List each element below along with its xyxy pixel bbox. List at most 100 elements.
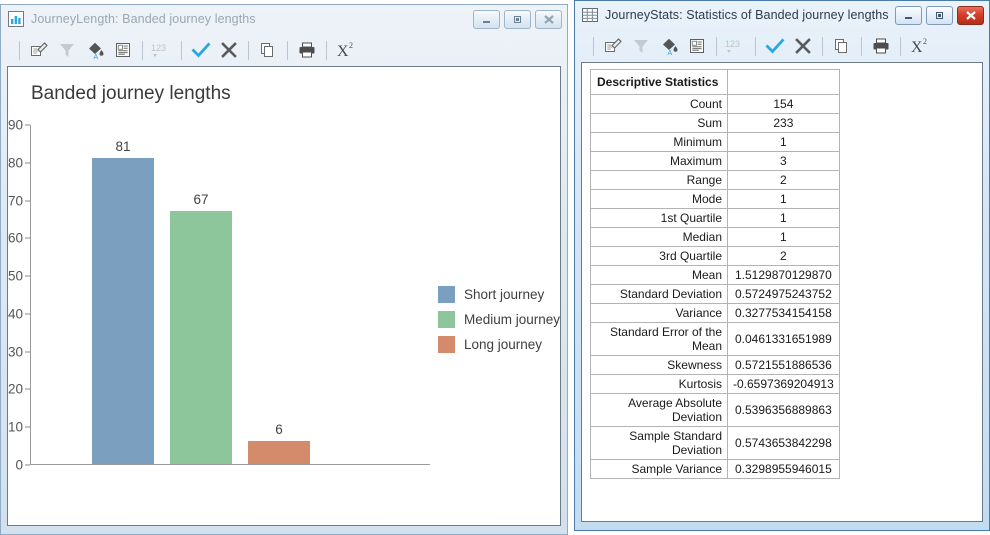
bar-value-label: 81 [115, 139, 131, 154]
y-axis-tick-label: 10 [7, 419, 23, 435]
table-row[interactable]: 3rd Quartile 2 [590, 246, 840, 266]
table-header-label: Descriptive Statistics [590, 69, 728, 95]
number-format-icon[interactable]: 123 [148, 37, 176, 63]
legend-item[interactable]: Medium journey [438, 307, 560, 332]
table-row[interactable]: Median 1 [590, 227, 840, 247]
table-row[interactable]: Kurtosis -0.6597369204913 [590, 374, 840, 394]
y-axis-tick-label: 80 [7, 155, 23, 171]
legend-item[interactable]: Long journey [438, 332, 560, 357]
restore-button[interactable] [504, 9, 531, 29]
table-header-row: Descriptive Statistics [590, 69, 840, 95]
toolbar-separator [142, 40, 143, 60]
filter-icon[interactable] [53, 37, 81, 63]
reject-icon[interactable] [215, 37, 243, 63]
stat-label: Median [590, 227, 728, 247]
print-icon[interactable] [867, 33, 895, 59]
chart-window-titlebar[interactable]: JourneyLength: Banded journey lengths [0, 4, 568, 34]
svg-text:A: A [94, 54, 99, 60]
toolbar-separator [248, 40, 249, 60]
annotate-icon[interactable] [109, 37, 137, 63]
table-row[interactable]: Count 154 [590, 94, 840, 114]
stats-window[interactable]: JourneyStats: Statistics of Banded journ… [574, 0, 990, 531]
y-axis-tick-label: 20 [7, 381, 23, 397]
number-format-icon[interactable]: 123 [722, 33, 750, 59]
table-icon [582, 7, 598, 23]
reject-icon[interactable] [789, 33, 817, 59]
table-row[interactable]: Average Absolute Deviation 0.539635688986… [590, 393, 840, 427]
y-axis-tick [25, 426, 30, 428]
stat-label: Maximum [590, 151, 728, 171]
accept-icon[interactable] [187, 37, 215, 63]
y-axis-tick [25, 275, 30, 277]
copy-icon[interactable] [254, 37, 282, 63]
accept-icon[interactable] [761, 33, 789, 59]
chart-bar[interactable] [92, 158, 154, 464]
svg-text:2: 2 [349, 41, 353, 50]
stat-value: 1 [727, 227, 840, 247]
table-row[interactable]: Mode 1 [590, 189, 840, 209]
bar-value-label: 67 [193, 191, 209, 207]
stat-value: 233 [727, 113, 840, 133]
stats-window-titlebar[interactable]: JourneyStats: Statistics of Banded journ… [574, 0, 990, 30]
stat-label: 1st Quartile [590, 208, 728, 228]
print-icon[interactable] [293, 37, 321, 63]
table-row[interactable]: Minimum 1 [590, 132, 840, 152]
table-row[interactable]: Sample Standard Deviation 0.5743653842298 [590, 426, 840, 460]
legend-swatch [438, 336, 455, 353]
minimize-button[interactable] [473, 9, 500, 29]
annotate-icon[interactable] [683, 33, 711, 59]
chart-window[interactable]: JourneyLength: Banded journey lengths A … [0, 4, 568, 535]
table-row[interactable]: Variance 0.3277534154158 [590, 303, 840, 323]
stat-value: 0.3277534154158 [727, 303, 840, 323]
chart-window-controls [473, 9, 564, 29]
minimize-button[interactable] [895, 5, 922, 25]
fill-color-icon[interactable]: A [81, 37, 109, 63]
table-row[interactable]: Standard Deviation 0.5724975243752 [590, 284, 840, 304]
y-axis-line [30, 125, 31, 465]
chart-legend: Short journey Medium journey Long journey [438, 282, 560, 357]
copy-icon[interactable] [828, 33, 856, 59]
chart-bar[interactable] [170, 210, 232, 464]
chi-square-icon[interactable]: X 2 [906, 33, 934, 59]
stat-value: 0.5721551886536 [727, 355, 840, 375]
chart-toolbar[interactable]: A 123 X 2 [0, 34, 568, 66]
edit-icon[interactable] [25, 37, 53, 63]
y-axis-tick [25, 124, 30, 126]
legend-swatch [438, 311, 455, 328]
stat-value: 1 [727, 132, 840, 152]
stat-label: Count [590, 94, 728, 114]
chi-square-icon[interactable]: X 2 [332, 37, 360, 63]
stat-value: 1 [727, 189, 840, 209]
legend-label: Medium journey [464, 312, 561, 327]
toolbar-separator [287, 40, 288, 60]
legend-item[interactable]: Short journey [438, 282, 560, 307]
close-button[interactable] [957, 5, 984, 25]
stat-value: 0.5396356889863 [727, 393, 840, 427]
y-axis-tick [25, 464, 30, 466]
desktop: JourneyLength: Banded journey lengths A … [0, 0, 990, 535]
stat-value: 0.0461331651989 [727, 322, 840, 356]
close-button[interactable] [535, 9, 562, 29]
stat-label: Sample Variance [590, 459, 728, 479]
filter-icon[interactable] [627, 33, 655, 59]
y-axis-tick-label: 50 [7, 268, 23, 284]
edit-icon[interactable] [599, 33, 627, 59]
y-axis-tick-label: 90 [7, 117, 23, 133]
table-row[interactable]: Range 2 [590, 170, 840, 190]
table-row[interactable]: Sample Variance 0.3298955946015 [590, 459, 840, 479]
chart-plot-area: 0 10 20 30 40 50 60 70 80 90 81 67 6 [8, 118, 430, 473]
table-row[interactable]: Skewness 0.5721551886536 [590, 355, 840, 375]
chart-bar[interactable] [248, 441, 310, 464]
table-row[interactable]: 1st Quartile 1 [590, 208, 840, 228]
stats-scroll-area[interactable]: Descriptive Statistics Count 154 Sum 233 Min… [582, 63, 982, 521]
chart-client-area: Banded journey lengths 0 10 20 30 40 50 60 70 80… [7, 66, 561, 526]
restore-button[interactable] [926, 5, 953, 25]
stat-value: 154 [727, 94, 840, 114]
stats-client-area[interactable]: Descriptive Statistics Count 154 Sum 233 Min… [581, 62, 983, 522]
table-row[interactable]: Maximum 3 [590, 151, 840, 171]
table-row[interactable]: Standard Error of the Mean 0.046133165198… [590, 322, 840, 356]
fill-color-icon[interactable]: A [655, 33, 683, 59]
stats-toolbar[interactable]: A 123 X 2 [574, 30, 990, 62]
table-row[interactable]: Mean 1.5129870129870 [590, 265, 840, 285]
table-row[interactable]: Sum 233 [590, 113, 840, 133]
